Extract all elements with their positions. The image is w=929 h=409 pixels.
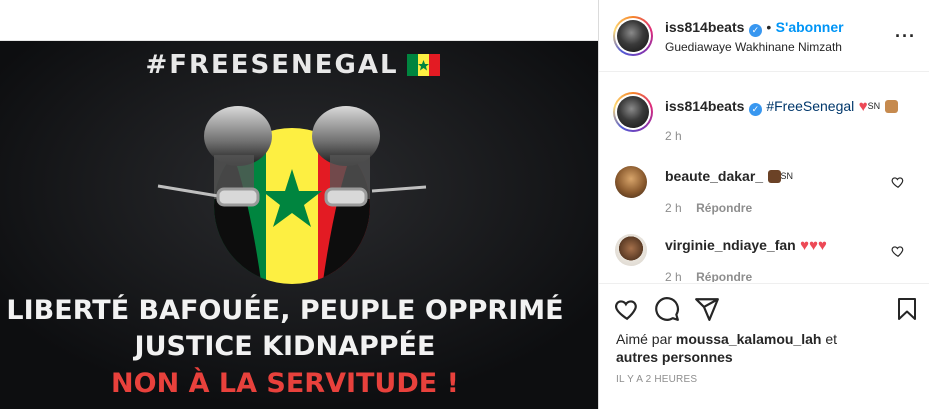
image-slogan-line2: JUSTICE KIDNAPPÉE — [133, 330, 436, 362]
image-hashtag-text: #FREESENEGAL — [145, 50, 398, 80]
comment-bubble-icon[interactable] — [654, 296, 680, 322]
comment-meta: 2 h Répondre — [665, 199, 752, 217]
author-username[interactable]: iss814beats — [665, 19, 744, 35]
post-image[interactable]: #FREESENEGAL LIBERTÉ BAFOUÉE, PEUPLE OPP… — [0, 41, 598, 409]
likes-summary: Aimé par moussa_kalamou_lah et autres pe… — [616, 330, 916, 366]
comment-avatar[interactable] — [615, 234, 647, 266]
feed-top-strip — [0, 0, 598, 41]
share-paper-plane-icon[interactable] — [694, 296, 720, 322]
caption-author-avatar[interactable] — [613, 92, 653, 132]
caption-timestamp[interactable]: 2 h — [665, 129, 682, 143]
raised-fist-emoji-icon — [767, 170, 781, 183]
red-heart-emoji-icon: ♥ — [809, 237, 818, 254]
likes-connector: et — [825, 331, 838, 347]
liked-by-others-link[interactable]: autres personnes — [616, 349, 733, 365]
caption-hashtag-link[interactable]: #FreeSenegal — [766, 98, 854, 114]
comment-meta: 2 h Répondre — [665, 268, 752, 282]
comment-line: beaute_dakar_ SN — [665, 168, 793, 186]
red-heart-emoji-icon: ♥ — [858, 98, 868, 115]
image-slogan-line1: LIBERTÉ BAFOUÉE, PEUPLE OPPRIMÉ — [6, 294, 563, 326]
caption-username[interactable]: iss814beats — [665, 98, 744, 114]
follow-button[interactable]: S'abonner — [776, 19, 844, 35]
red-heart-emoji-icon: ♥ — [817, 237, 827, 254]
comment-timestamp[interactable]: 2 h — [665, 270, 682, 282]
verified-badge-icon: ✓ — [748, 103, 762, 116]
post-artwork: #FREESENEGAL LIBERTÉ BAFOUÉE, PEUPLE OPP… — [0, 41, 598, 409]
caption-line: iss814beats ✓ #FreeSenegal ♥SN — [665, 98, 898, 116]
more-horizontal-icon[interactable]: ··· — [895, 26, 916, 47]
like-comment-heart-icon[interactable] — [891, 175, 905, 189]
comment-line: virginie_ndiaye_fan ♥♥♥ — [665, 237, 827, 255]
senegal-flag-emoji-icon: SN — [780, 171, 794, 181]
comment-username[interactable]: beaute_dakar_ — [665, 168, 763, 184]
senegal-flag-emoji-icon: SN — [867, 101, 881, 111]
post-side-panel: iss814beats ✓ • S'abonner Guediawaye Wak… — [598, 0, 929, 409]
comment-avatar[interactable] — [615, 166, 647, 198]
save-bookmark-icon[interactable] — [895, 296, 919, 322]
liked-by-username[interactable]: moussa_kalamou_lah — [676, 331, 822, 347]
verified-badge-icon: ✓ — [748, 24, 762, 37]
likes-prefix: Aimé par — [616, 331, 673, 347]
author-avatar[interactable] — [613, 16, 653, 56]
post-time-ago[interactable]: IL Y A 2 HEURES — [616, 374, 697, 385]
separator-dot: • — [766, 19, 772, 35]
image-slogan-line3: NON À LA SERVITUDE ! — [111, 367, 459, 399]
comment-timestamp[interactable]: 2 h — [665, 201, 682, 215]
like-heart-icon[interactable] — [614, 296, 640, 322]
post-location[interactable]: Guediawaye Wakhinane Nimzath — [665, 40, 842, 54]
red-heart-emoji-icon: ♥ — [800, 237, 810, 254]
reply-button[interactable]: Répondre — [696, 270, 752, 282]
post-header: iss814beats ✓ • S'abonner Guediawaye Wak… — [599, 0, 929, 72]
reply-button[interactable]: Répondre — [696, 201, 752, 215]
senegal-flag-icon — [407, 54, 440, 76]
post-actions-bar: Aimé par moussa_kalamou_lah et autres pe… — [599, 283, 929, 409]
raised-fist-emoji-icon — [884, 100, 898, 113]
comment-username[interactable]: virginie_ndiaye_fan — [665, 237, 796, 253]
like-comment-heart-icon[interactable] — [891, 244, 905, 258]
